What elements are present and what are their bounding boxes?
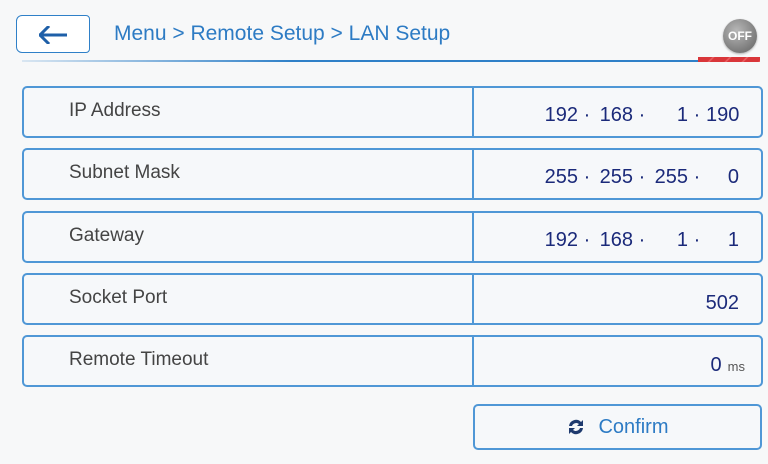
socket-port-field[interactable]: 502 xyxy=(474,275,761,323)
remote-timeout-row: Remote Timeout 0 ms xyxy=(22,335,763,387)
octet: 255 xyxy=(654,166,688,188)
back-button[interactable] xyxy=(16,15,90,53)
separator: · xyxy=(638,229,646,251)
row-label: Socket Port xyxy=(24,275,474,323)
socket-port-row: Socket Port 502 xyxy=(22,273,763,325)
octet: 190 xyxy=(706,104,740,126)
unit-label: ms xyxy=(727,359,745,374)
separator: · xyxy=(693,104,701,126)
separator: · xyxy=(583,229,591,251)
row-label: Remote Timeout xyxy=(24,337,474,385)
confirm-label: Confirm xyxy=(598,415,669,438)
status-badge[interactable]: OFF xyxy=(723,19,757,53)
status-stripe xyxy=(698,57,760,62)
octet: 192 xyxy=(544,229,578,251)
socket-port-value: 502 xyxy=(705,292,739,314)
separator: · xyxy=(693,229,701,251)
arrow-left-icon xyxy=(39,26,67,44)
ip-address-field[interactable]: 192 · 168 · 1 · 190 xyxy=(474,88,761,136)
separator: · xyxy=(638,104,646,126)
subnet-mask-field[interactable]: 255 · 255 · 255 · 0 xyxy=(474,150,761,198)
separator: · xyxy=(583,166,591,188)
remote-timeout-value: 0 xyxy=(710,354,722,376)
row-label: Subnet Mask xyxy=(24,150,474,198)
octet: 0 xyxy=(727,166,739,188)
gateway-field[interactable]: 192 · 168 · 1 · 1 xyxy=(474,213,761,261)
refresh-icon xyxy=(569,419,584,435)
header-divider xyxy=(22,60,698,62)
octet: 1 xyxy=(676,104,688,126)
octet: 168 xyxy=(599,104,633,126)
row-label: Gateway xyxy=(24,213,474,261)
octet: 255 xyxy=(544,166,578,188)
separator: · xyxy=(693,166,701,188)
row-label: IP Address xyxy=(24,88,474,136)
header: Menu > Remote Setup > LAN Setup OFF xyxy=(0,0,768,64)
breadcrumb: Menu > Remote Setup > LAN Setup xyxy=(114,22,451,45)
separator: · xyxy=(638,166,646,188)
octet: 192 xyxy=(544,104,578,126)
gateway-row: Gateway 192 · 168 · 1 · 1 xyxy=(22,211,763,263)
remote-timeout-field[interactable]: 0 ms xyxy=(474,337,761,385)
subnet-mask-row: Subnet Mask 255 · 255 · 255 · 0 xyxy=(22,148,763,200)
octet: 1 xyxy=(727,229,739,251)
ip-address-row: IP Address 192 · 168 · 1 · 190 xyxy=(22,86,763,138)
octet: 1 xyxy=(676,229,688,251)
octet: 255 xyxy=(599,166,633,188)
octet: 168 xyxy=(599,229,633,251)
separator: · xyxy=(583,104,591,126)
confirm-button[interactable]: Confirm xyxy=(473,404,762,450)
